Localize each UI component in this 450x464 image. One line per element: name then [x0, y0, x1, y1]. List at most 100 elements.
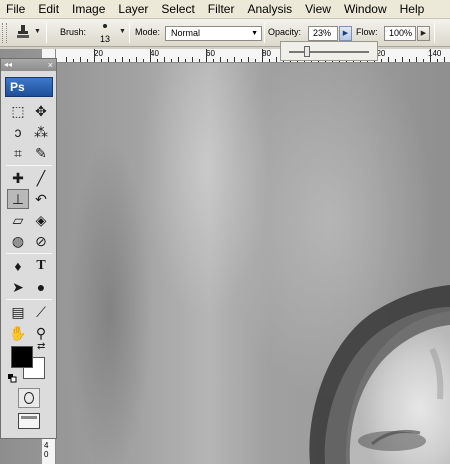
menu-view[interactable]: View	[299, 0, 338, 19]
options-divider	[264, 23, 265, 43]
options-bar: ▼ Brush: 13 ▼ Mode: Normal ▼ Opacity: 23…	[0, 19, 450, 47]
ps-logo[interactable]: Ps	[5, 77, 53, 97]
slice-tool-icon[interactable]: ✎	[30, 143, 52, 163]
brush-tip-icon	[103, 24, 107, 28]
tools-panel: ◂◂ × Ps ⬚ ✥ ↄ ⁂ ⌗ ✎ ✚ ╱ ⊥ ↶ ▱ ◈ ◍ ⊘ ♦ T …	[0, 58, 57, 439]
default-colors-icon[interactable]	[8, 370, 17, 383]
ruler-tick	[430, 49, 431, 62]
ruler-tick	[206, 49, 207, 62]
ruler-tick	[402, 57, 403, 62]
toolbox-divider	[6, 299, 52, 300]
screen-mode-button[interactable]	[18, 413, 40, 429]
ruler-tick	[192, 57, 193, 62]
collapse-icon[interactable]: ◂◂	[4, 59, 12, 71]
menu-file[interactable]: File	[0, 0, 32, 19]
ruler-tick	[213, 59, 214, 62]
ruler-label: 0	[44, 450, 49, 459]
brush-tool-icon[interactable]: ╱	[30, 168, 52, 188]
brush-label: Brush:	[60, 27, 87, 37]
swap-colors-icon[interactable]: ⇄	[37, 341, 45, 352]
paint-bucket-tool-icon[interactable]: ◈	[30, 210, 52, 230]
blur-tool-icon[interactable]: ◍	[7, 231, 29, 251]
ruler-tick	[94, 49, 95, 62]
options-divider	[46, 23, 47, 43]
brush-size-value: 13	[99, 34, 110, 44]
opacity-slider-toggle[interactable]: ▶	[339, 26, 352, 41]
eraser-tool-icon[interactable]: ▱	[7, 210, 29, 230]
blend-mode-select[interactable]: Normal ▼	[165, 26, 262, 41]
flow-label: Flow:	[356, 27, 378, 37]
chevron-down-icon: ▼	[251, 30, 258, 37]
photo-image	[0, 49, 450, 464]
horizontal-ruler: 20 40 60 80 100 120 140	[56, 49, 450, 63]
ruler-tick	[234, 57, 235, 62]
menu-layer[interactable]: Layer	[112, 0, 155, 19]
brush-dropdown-icon[interactable]: ▼	[119, 28, 126, 35]
menu-filter[interactable]: Filter	[202, 0, 242, 19]
menu-help[interactable]: Help	[394, 0, 432, 19]
brush-picker[interactable]: 13	[94, 22, 116, 44]
opacity-slider-popup	[280, 41, 378, 61]
tools-panel-header[interactable]: ◂◂ ×	[1, 59, 56, 71]
ruler-tick	[199, 59, 200, 62]
menu-image[interactable]: Image	[66, 0, 112, 19]
document-canvas[interactable]	[0, 49, 450, 464]
healing-brush-tool-icon[interactable]: ✚	[7, 168, 29, 188]
ruler-tick	[150, 49, 151, 62]
type-tool-icon[interactable]: T	[30, 256, 52, 276]
history-brush-tool-icon[interactable]: ↶	[30, 189, 52, 209]
opacity-slider-thumb[interactable]	[304, 46, 311, 57]
shape-tool-icon[interactable]: ●	[30, 277, 52, 297]
dodge-tool-icon[interactable]: ⊘	[30, 231, 52, 251]
flow-slider-toggle[interactable]: ▶	[417, 26, 430, 41]
opacity-slider-track[interactable]	[289, 51, 369, 53]
ruler-tick	[143, 59, 144, 62]
ruler-tick	[171, 59, 172, 62]
ruler-tick	[115, 59, 116, 62]
flow-field[interactable]: 100%	[384, 26, 416, 41]
pen-tool-icon[interactable]: ♦	[7, 256, 29, 276]
notes-tool-icon[interactable]: ▤	[7, 302, 29, 322]
ruler-tick	[101, 59, 102, 62]
quick-mask-button[interactable]	[18, 388, 40, 408]
ruler-tick	[66, 57, 67, 62]
menu-select[interactable]: Select	[155, 0, 201, 19]
quick-mask-icon	[24, 392, 34, 404]
toolbox-divider	[6, 165, 52, 166]
ruler-tick	[395, 59, 396, 62]
ruler-tick	[185, 59, 186, 62]
clone-stamp-icon[interactable]	[12, 24, 34, 42]
ruler-tick	[255, 59, 256, 62]
ruler-tick	[73, 59, 74, 62]
ruler-tick	[129, 59, 130, 62]
opacity-field[interactable]: 23%	[308, 26, 338, 41]
ruler-tick	[164, 57, 165, 62]
ruler-tick	[262, 49, 263, 62]
menu-window[interactable]: Window	[338, 0, 394, 19]
ruler-tick	[276, 57, 277, 62]
foreground-color-swatch[interactable]	[11, 346, 33, 368]
path-selection-tool-icon[interactable]: ➤	[7, 277, 29, 297]
move-tool-icon[interactable]: ✥	[30, 101, 52, 121]
options-bar-grip[interactable]	[2, 23, 7, 43]
magic-wand-tool-icon[interactable]: ⁂	[30, 122, 52, 142]
menu-edit[interactable]: Edit	[32, 0, 66, 19]
eyedropper-tool-icon[interactable]: ⟋	[30, 302, 52, 322]
marquee-tool-icon[interactable]: ⬚	[7, 101, 29, 121]
lasso-tool-icon[interactable]: ↄ	[7, 122, 29, 142]
ruler-label: 60	[206, 49, 215, 58]
menu-analysis[interactable]: Analysis	[241, 0, 299, 19]
zoom-tool-icon[interactable]: ⚲	[30, 323, 52, 343]
menu-bar: File Edit Image Layer Select Filter Anal…	[0, 0, 450, 19]
tool-preset-dropdown-icon[interactable]: ▼	[34, 28, 41, 35]
crop-tool-icon[interactable]: ⌗	[7, 143, 29, 163]
ruler-tick	[416, 57, 417, 62]
ruler-label: 20	[94, 49, 103, 58]
ruler-tick	[269, 59, 270, 62]
close-icon[interactable]: ×	[48, 59, 53, 71]
ruler-tick	[122, 57, 123, 62]
hand-tool-icon[interactable]: ✋	[7, 323, 29, 343]
ruler-tick	[388, 57, 389, 62]
clone-stamp-tool-icon[interactable]: ⊥	[7, 189, 29, 209]
ruler-tick	[157, 59, 158, 62]
